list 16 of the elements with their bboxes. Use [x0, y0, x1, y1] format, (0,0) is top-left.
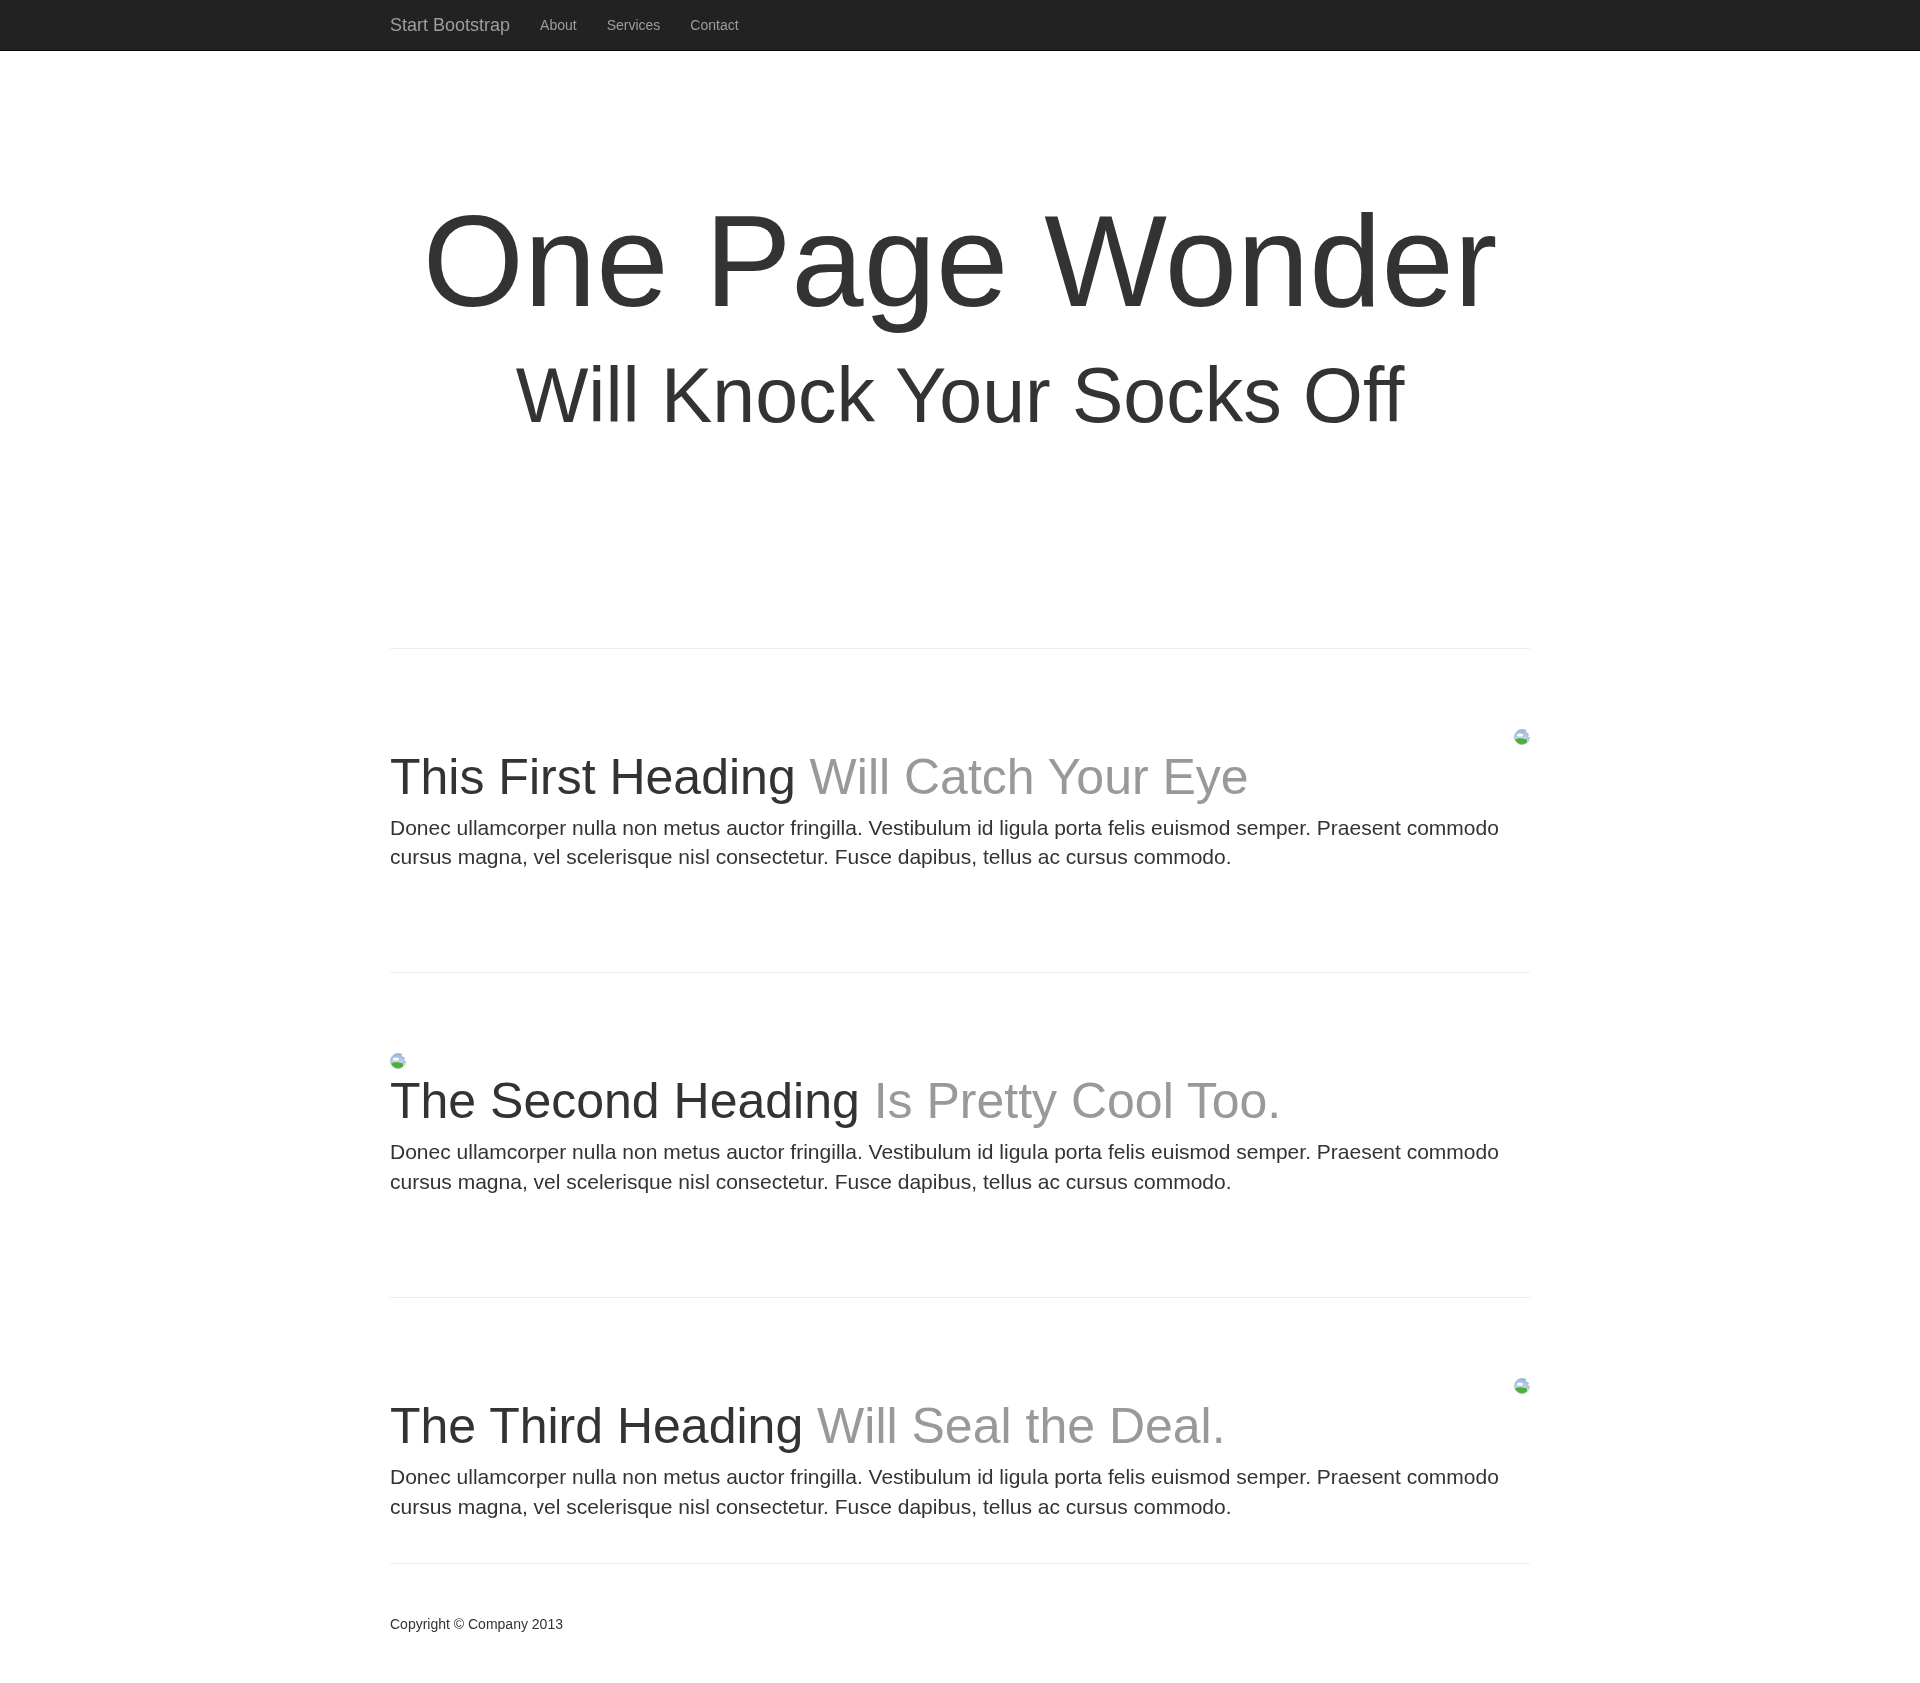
section-text: Donec ullamcorper nulla non metus auctor fringilla. Vestibulum id ligula porta felis euismod semper. Praesent commodo cursus magna, vel scelerisque nisl consectetur. Fusce dapibus, tellus ac cursus commodo.: [390, 1139, 1500, 1195]
broken-image-icon: [390, 1053, 406, 1070]
section-heading: This First Heading Will Catch Your Eye: [390, 749, 1250, 805]
page-title: One Page Wonder: [421, 190, 1499, 333]
brand-link[interactable]: Start Bootstrap: [375, 0, 526, 50]
copyright-text: Copyright © Company 2013: [390, 1615, 564, 1635]
nav-link[interactable]: About: [525, 0, 592, 50]
nav-link[interactable]: Contact: [675, 0, 754, 50]
page-subtitle: Will Knock Your Socks Off: [514, 353, 1406, 438]
section-text: Donec ullamcorper nulla non metus auctor fringilla. Vestibulum id ligula porta felis euismod semper. Praesent commodo cursus magna, vel scelerisque nisl consectetur. Fusce dapibus, tellus ac cursus commodo.: [390, 1464, 1500, 1520]
section-heading: The Second Heading Is Pretty Cool Too.: [390, 1074, 1283, 1130]
section-heading: The Third Heading Will Seal the Deal.: [390, 1399, 1227, 1455]
broken-image-icon: [1514, 1378, 1530, 1395]
broken-image-icon: [1514, 728, 1530, 745]
section-text: Donec ullamcorper nulla non metus auctor fringilla. Vestibulum id ligula porta felis euismod semper. Praesent commodo cursus magna, vel scelerisque nisl consectetur. Fusce dapibus, tellus ac cursus commodo.: [390, 814, 1500, 871]
nav-link[interactable]: Services: [591, 0, 676, 50]
